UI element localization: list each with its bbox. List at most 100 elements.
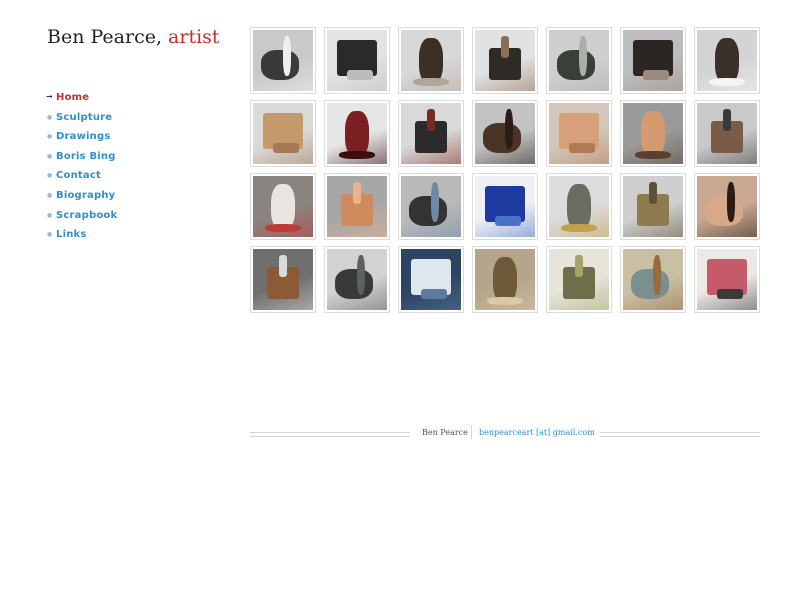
- artwork-image: [401, 249, 461, 310]
- artwork-thumbnail[interactable]: [472, 246, 538, 313]
- artwork-shape: [339, 151, 375, 159]
- artwork-image: [549, 176, 609, 237]
- artwork-thumbnail[interactable]: [546, 100, 612, 167]
- artwork-thumbnail[interactable]: [620, 173, 686, 240]
- artwork-image: [697, 30, 757, 91]
- artwork-shape: [505, 109, 513, 149]
- nav-item-contact[interactable]: ● Contact: [47, 168, 117, 188]
- artwork-shape: [283, 36, 291, 76]
- artwork-shape: [705, 196, 743, 226]
- artwork-image: [475, 103, 535, 164]
- artwork-thumbnail[interactable]: [324, 100, 390, 167]
- artwork-image: [475, 249, 535, 310]
- nav-link-sculpture[interactable]: Sculpture: [56, 112, 112, 123]
- footer-name: Ben Pearce: [422, 428, 468, 437]
- artwork-thumbnail[interactable]: [620, 246, 686, 313]
- artwork-shape: [723, 109, 731, 131]
- artwork-shape: [335, 269, 373, 299]
- artwork-thumbnail[interactable]: [694, 27, 760, 94]
- artwork-image: [623, 103, 683, 164]
- artwork-image: [623, 176, 683, 237]
- artwork-image: [253, 103, 313, 164]
- artwork-shape: [575, 255, 583, 277]
- footer-email-link[interactable]: benpearceart [at] gmail.com: [479, 428, 595, 437]
- artwork-shape: [709, 78, 745, 86]
- artwork-image: [327, 30, 387, 91]
- nav-link-boris-bing[interactable]: Boris Bing: [56, 151, 116, 162]
- artwork-shape: [427, 109, 435, 131]
- artwork-shape: [483, 123, 521, 153]
- artwork-thumbnail[interactable]: [472, 27, 538, 94]
- artwork-thumbnail[interactable]: [398, 100, 464, 167]
- nav-link-scrapbook[interactable]: Scrapbook: [56, 210, 117, 221]
- artwork-thumbnail[interactable]: [250, 173, 316, 240]
- artwork-shape: [561, 224, 597, 232]
- nav-link-drawings[interactable]: Drawings: [56, 131, 110, 142]
- artwork-shape: [569, 143, 595, 153]
- artwork-shape: [579, 36, 587, 76]
- artwork-thumbnail[interactable]: [694, 246, 760, 313]
- artwork-thumbnail[interactable]: [250, 27, 316, 94]
- artwork-shape: [413, 78, 449, 86]
- artwork-image: [623, 249, 683, 310]
- bullet-icon: ●: [47, 113, 53, 121]
- artwork-thumbnail[interactable]: [324, 173, 390, 240]
- artwork-thumbnail[interactable]: [398, 246, 464, 313]
- nav-link-biography[interactable]: Biography: [56, 190, 115, 201]
- artwork-shape: [261, 50, 299, 80]
- artwork-thumbnail[interactable]: [324, 246, 390, 313]
- footer-rule: [600, 432, 760, 437]
- nav-item-drawings[interactable]: ● Drawings: [47, 129, 117, 149]
- artwork-image: [697, 176, 757, 237]
- artwork-thumbnail[interactable]: [324, 27, 390, 94]
- artwork-image: [327, 103, 387, 164]
- artwork-thumbnail[interactable]: [694, 173, 760, 240]
- artwork-shape: [495, 216, 521, 226]
- artwork-shape: [501, 36, 509, 58]
- bullet-icon: ●: [47, 152, 53, 160]
- artwork-image: [549, 103, 609, 164]
- nav-link-contact[interactable]: Contact: [56, 170, 101, 181]
- artwork-shape: [409, 196, 447, 226]
- artwork-shape: [487, 297, 523, 305]
- bullet-icon: ●: [47, 133, 53, 141]
- artwork-thumbnail[interactable]: [250, 100, 316, 167]
- artwork-image: [401, 176, 461, 237]
- artwork-shape: [357, 255, 365, 295]
- nav-item-sculpture[interactable]: ● Sculpture: [47, 110, 117, 130]
- artwork-thumbnail[interactable]: [546, 246, 612, 313]
- nav-item-scrapbook[interactable]: ● Scrapbook: [47, 208, 117, 228]
- artwork-thumbnail[interactable]: [546, 173, 612, 240]
- nav-item-links[interactable]: ● Links: [47, 227, 117, 247]
- artwork-image: [253, 30, 313, 91]
- nav-item-boris-bing[interactable]: ● Boris Bing: [47, 149, 117, 169]
- nav-link-links[interactable]: Links: [56, 229, 87, 240]
- artwork-thumbnail[interactable]: [620, 27, 686, 94]
- artwork-thumbnail[interactable]: [620, 100, 686, 167]
- artwork-thumbnail[interactable]: [398, 27, 464, 94]
- arrow-icon: ➞: [46, 92, 53, 101]
- artwork-image: [327, 249, 387, 310]
- artwork-thumbnail[interactable]: [472, 173, 538, 240]
- artwork-image: [549, 249, 609, 310]
- nav-item-home[interactable]: ➞ Home: [46, 90, 117, 110]
- bullet-icon: ●: [47, 211, 53, 219]
- artwork-image: [697, 103, 757, 164]
- nav-link-home[interactable]: Home: [56, 92, 89, 103]
- artwork-thumbnail[interactable]: [694, 100, 760, 167]
- nav-item-biography[interactable]: ● Biography: [47, 188, 117, 208]
- artwork-thumbnail[interactable]: [250, 246, 316, 313]
- artwork-shape: [635, 151, 671, 159]
- artwork-image: [253, 249, 313, 310]
- bullet-icon: ●: [47, 172, 53, 180]
- artwork-shape: [431, 182, 439, 222]
- artist-role: artist: [168, 26, 220, 48]
- artwork-thumbnail[interactable]: [472, 100, 538, 167]
- artwork-thumbnail[interactable]: [546, 27, 612, 94]
- artwork-thumbnail[interactable]: [398, 173, 464, 240]
- artwork-image: [253, 176, 313, 237]
- artwork-shape: [557, 50, 595, 80]
- main-nav: ➞ Home ● Sculpture ● Drawings ● Boris Bing ●…: [46, 90, 117, 247]
- artist-name: Ben Pearce,: [47, 26, 162, 48]
- artwork-shape: [421, 289, 447, 299]
